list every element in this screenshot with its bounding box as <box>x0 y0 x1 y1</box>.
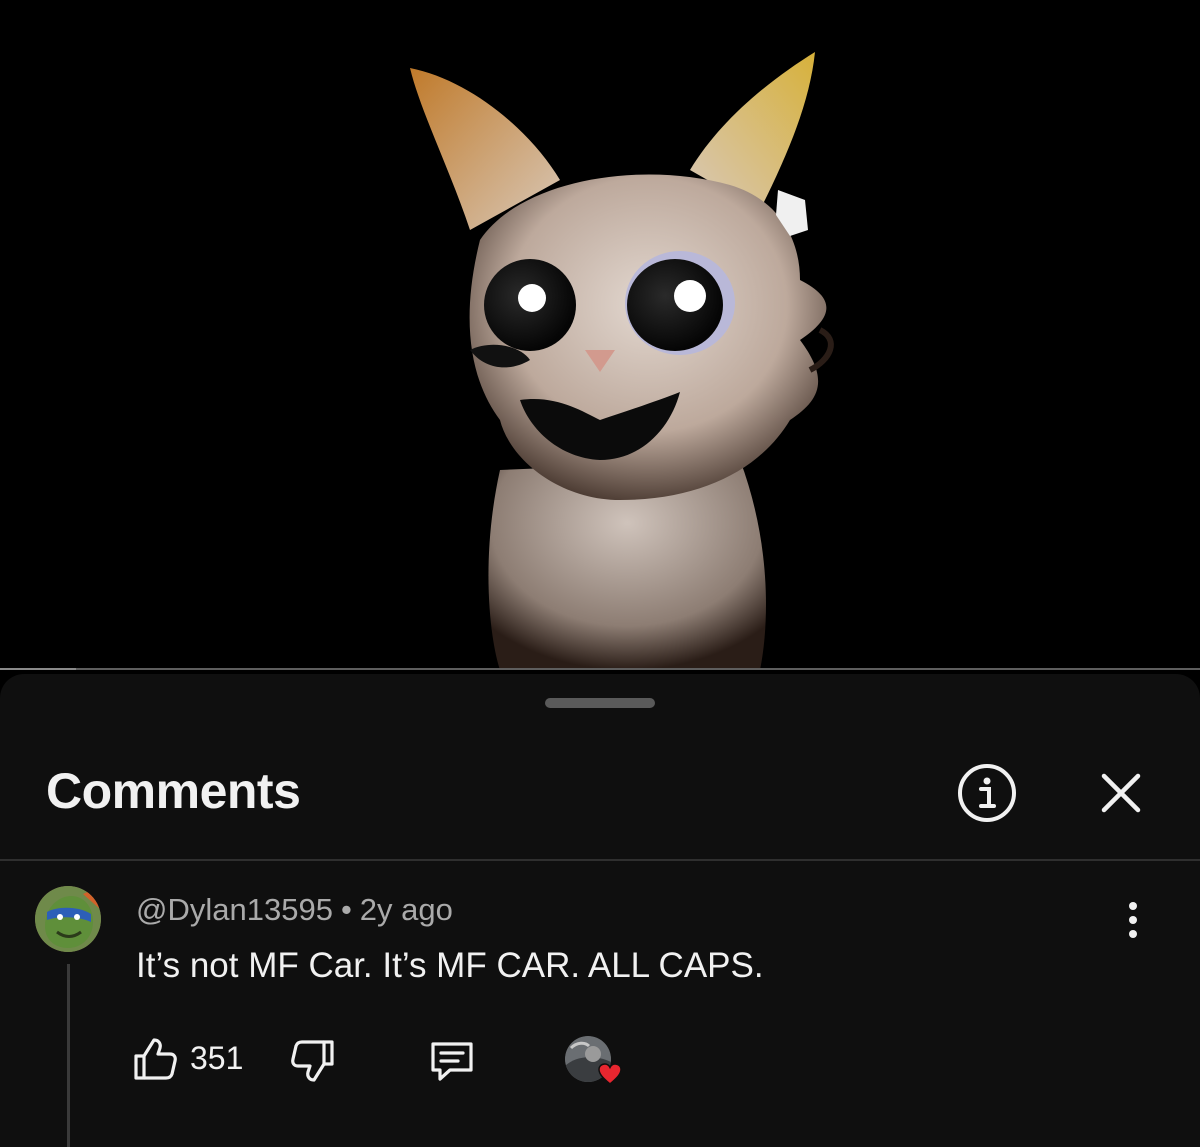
comments-title: Comments <box>46 763 301 819</box>
comments-sheet: Comments @Dylan13595 • 2y ago It’s not MF … <box>0 674 1200 1147</box>
thumbs-up-icon[interactable] <box>132 1036 178 1082</box>
info-icon[interactable] <box>956 762 1018 824</box>
video-progress-fill <box>0 668 76 670</box>
video-player[interactable] <box>0 0 1200 670</box>
video-progress-bar[interactable] <box>0 668 1200 670</box>
comment-author[interactable]: @Dylan13595 <box>136 892 333 927</box>
video-frame-cat-image <box>0 0 1200 670</box>
more-vertical-icon[interactable] <box>1116 900 1150 940</box>
comment-meta: @Dylan13595 • 2y ago <box>136 892 453 928</box>
heart-icon <box>597 1062 623 1086</box>
avatar[interactable] <box>35 886 101 952</box>
sheet-drag-handle[interactable] <box>545 698 655 708</box>
comment-body: It’s not MF Car. It’s MF CAR. ALL CAPS. <box>136 946 764 985</box>
header-divider <box>0 859 1200 861</box>
comment-actions: 351 <box>0 1036 1200 1086</box>
creator-heart-badge <box>565 1036 627 1088</box>
comment-time: 2y ago <box>359 892 453 927</box>
thumbs-down-icon[interactable] <box>290 1038 336 1084</box>
meta-separator: • <box>340 892 352 927</box>
like-count: 351 <box>190 1040 244 1076</box>
close-icon[interactable] <box>1096 768 1146 818</box>
reply-comment-icon[interactable] <box>428 1038 476 1084</box>
